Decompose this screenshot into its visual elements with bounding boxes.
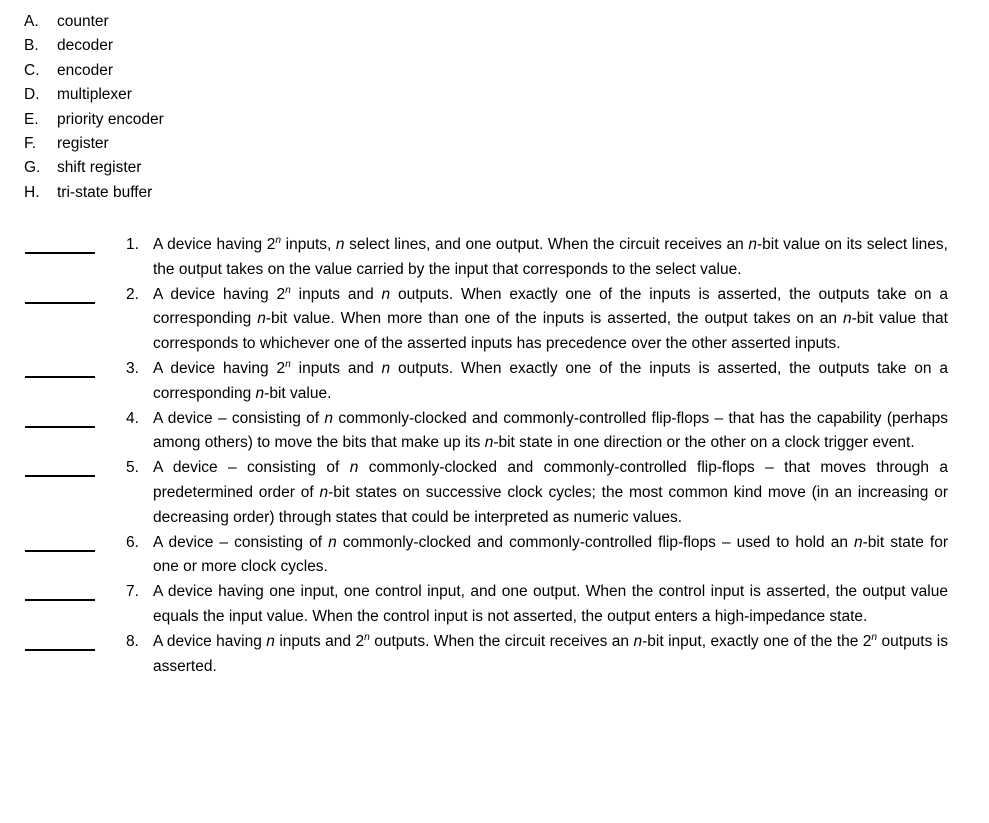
question-text: A device – consisting of n commonly-cloc… <box>153 459 948 526</box>
answer-blank-input[interactable] <box>25 475 95 478</box>
answer-key-label: register <box>57 134 109 152</box>
answer-key-label: counter <box>57 13 109 30</box>
answer-key-letter: B. <box>24 37 39 55</box>
answer-blank-input[interactable] <box>25 375 95 378</box>
question-number: 6. <box>126 533 139 551</box>
question-item: 4. A device – consisting of n commonly-c… <box>0 407 989 457</box>
question-text: A device – consisting of n commonly-cloc… <box>153 533 948 576</box>
answer-blank-input[interactable] <box>25 599 95 602</box>
answer-key-label: tri-state buffer <box>57 183 153 201</box>
answer-key-item[interactable]: F. register <box>0 132 989 156</box>
answer-key-letter: G. <box>24 159 41 177</box>
answer-key-label: shift register <box>57 159 142 177</box>
answer-key-item[interactable]: H. tri-state buffer <box>0 181 989 205</box>
question-list: 1. A device having 2n inputs, n select l… <box>0 233 989 679</box>
question-number: 2. <box>126 285 139 303</box>
question-text: A device having one input, one control i… <box>153 583 948 625</box>
question-number: 1. <box>126 236 139 253</box>
question-item: 1. A device having 2n inputs, n select l… <box>0 233 989 283</box>
answer-blank-input[interactable] <box>25 648 95 651</box>
question-text: A device having 2n inputs and n outputs.… <box>153 358 948 402</box>
question-text: A device having 2n inputs and n outputs.… <box>153 284 948 353</box>
question-text: A device – consisting of n commonly-cloc… <box>153 409 948 452</box>
question-number: 5. <box>126 459 139 477</box>
answer-key-label: decoder <box>57 37 114 55</box>
question-number: 4. <box>126 409 139 427</box>
answer-key-label: encoder <box>57 61 114 79</box>
answer-key-item[interactable]: D. multiplexer <box>0 83 989 107</box>
answer-key-letter: D. <box>24 86 40 104</box>
answer-key-label: multiplexer <box>57 86 132 104</box>
question-item: 3. A device having 2n inputs and n outpu… <box>0 357 989 407</box>
question-text: A device having n inputs and 2n outputs.… <box>153 631 948 675</box>
question-item: 7. A device having one input, one contro… <box>0 580 989 630</box>
answer-key-letter: E. <box>24 110 39 128</box>
answer-key-item[interactable]: C. encoder <box>0 59 989 83</box>
answer-key-item[interactable]: G. shift register <box>0 156 989 180</box>
question-number: 3. <box>126 359 139 377</box>
question-text: A device having 2n inputs, n select line… <box>153 234 948 278</box>
answer-key-item[interactable]: B. decoder <box>0 34 989 58</box>
question-item: 8. A device having n inputs and 2n outpu… <box>0 630 989 680</box>
question-item: 2. A device having 2n inputs and n outpu… <box>0 283 989 357</box>
answer-blank-input[interactable] <box>25 252 95 254</box>
question-number: 7. <box>126 583 139 601</box>
answer-blank-input[interactable] <box>25 549 95 552</box>
answer-key-item[interactable]: E. priority encoder <box>0 108 989 132</box>
answer-blank-input[interactable] <box>25 301 95 304</box>
answer-key-letter: A. <box>24 13 39 30</box>
answer-key-letter: F. <box>24 134 37 152</box>
question-item: 5. A device – consisting of n commonly-c… <box>0 456 989 530</box>
answer-key-label: priority encoder <box>57 110 164 128</box>
answer-key-item[interactable]: A. counter <box>0 10 989 34</box>
question-number: 8. <box>126 632 139 650</box>
answer-key-list: A. counter B. decoder C. encoder D. mult… <box>0 10 989 205</box>
answer-blank-input[interactable] <box>25 425 95 428</box>
worksheet-page: A. counter B. decoder C. encoder D. mult… <box>0 0 989 823</box>
question-item: 6. A device – consisting of n commonly-c… <box>0 531 989 581</box>
answer-key-letter: C. <box>24 61 40 79</box>
answer-key-letter: H. <box>24 183 40 201</box>
